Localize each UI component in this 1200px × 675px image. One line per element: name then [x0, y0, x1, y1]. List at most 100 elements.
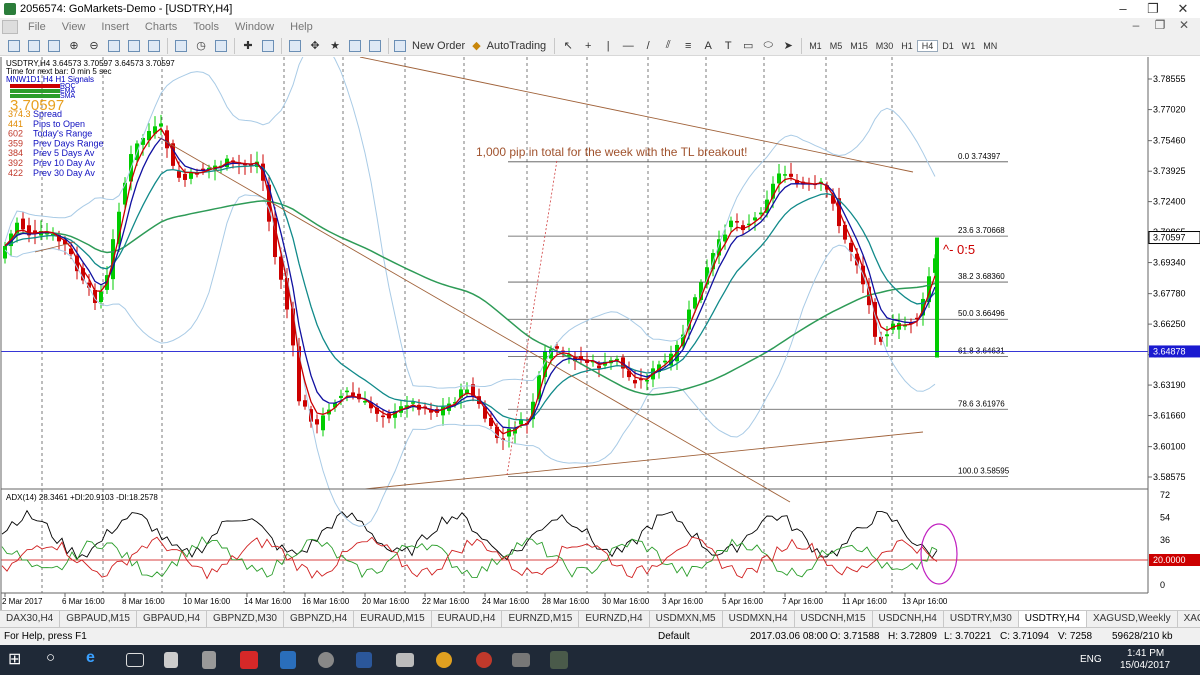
autotrading-button[interactable]: ◆ AutoTrading: [472, 38, 549, 54]
crosshair-icon[interactable]: +: [580, 38, 596, 54]
taskbar-lang[interactable]: ENG: [1080, 654, 1102, 665]
tab-gbpnzd-m30[interactable]: GBPNZD,M30: [207, 611, 284, 627]
tf-d1[interactable]: D1: [938, 41, 958, 51]
word-icon[interactable]: [356, 652, 372, 668]
menu-tools[interactable]: Tools: [185, 21, 227, 33]
calculator-icon[interactable]: [202, 651, 216, 669]
ellipse-icon[interactable]: ⬭: [760, 38, 776, 54]
label-icon[interactable]: T: [720, 38, 736, 54]
data-window-icon[interactable]: ✥: [307, 38, 323, 54]
indicators-icon[interactable]: [173, 38, 189, 54]
search-icon[interactable]: ○: [46, 649, 68, 669]
candle-body: [783, 174, 787, 176]
tab-usdcnh-m15[interactable]: USDCNH,M15: [795, 611, 873, 627]
profiles-icon[interactable]: [260, 38, 276, 54]
tab-usdtry-h4[interactable]: USDTRY,H4: [1018, 611, 1087, 627]
tf-mn[interactable]: MN: [979, 41, 1001, 51]
tab-usdmxn-m5[interactable]: USDMXN,M5: [650, 611, 723, 627]
close-icon[interactable]: ✕: [1168, 0, 1198, 18]
rectangle-icon[interactable]: ▭: [740, 38, 756, 54]
chart-area[interactable]: 0.0 3.74397 23.6 3.70668 38.2 3.68360 50.0 …: [0, 40, 1200, 610]
tf-h1[interactable]: H1: [897, 41, 917, 51]
tab-gbpnzd-h4[interactable]: GBPNZD,H4: [284, 611, 355, 627]
store-icon[interactable]: [164, 652, 178, 668]
fibo-icon[interactable]: ≡: [680, 38, 696, 54]
bar-chart-icon[interactable]: [6, 38, 22, 54]
explorer-icon[interactable]: [126, 653, 144, 667]
tab-usdmxn-h4[interactable]: USDMXN,H4: [723, 611, 795, 627]
tf-h4[interactable]: H4: [916, 39, 939, 52]
tab-usdtry-m30[interactable]: USDTRY,M30: [944, 611, 1019, 627]
new-order-button[interactable]: New Order: [394, 38, 468, 54]
annotation-text: 1,000 pip in total for the week with the…: [476, 145, 748, 159]
menu-charts[interactable]: Charts: [137, 21, 185, 33]
shield-icon[interactable]: [280, 651, 296, 669]
tf-w1[interactable]: W1: [958, 41, 980, 51]
mail-icon[interactable]: [396, 653, 414, 667]
tab-eurnzd-m15[interactable]: EURNZD,M15: [502, 611, 580, 627]
tab-xagusd-weekly[interactable]: XAGUSD,Weekly: [1087, 611, 1178, 627]
tester-icon[interactable]: [367, 38, 383, 54]
symbol-tabs: DAX30,H4 GBPAUD,M15 GBPAUD,H4 GBPNZD,M30 GBP…: [0, 610, 1200, 627]
tf-m30[interactable]: M30: [872, 41, 898, 51]
chrome-icon[interactable]: [436, 652, 452, 668]
templates-icon[interactable]: [213, 38, 229, 54]
candle-body: [729, 220, 733, 228]
autoscroll-icon[interactable]: [126, 38, 142, 54]
menu-help[interactable]: Help: [282, 21, 321, 33]
minimize-icon[interactable]: –: [1108, 0, 1138, 18]
tab-usdcnh-h4[interactable]: USDCNH,H4: [873, 611, 944, 627]
tab-dax30-h4[interactable]: DAX30,H4: [0, 611, 61, 627]
market-watch-icon[interactable]: [287, 38, 303, 54]
fib-label: 38.2 3.68360: [958, 272, 1005, 281]
candle-chart-icon[interactable]: [26, 38, 42, 54]
new-chart-icon[interactable]: ✚: [240, 38, 256, 54]
chart-shift-icon[interactable]: [146, 38, 162, 54]
cursor-icon[interactable]: ↖: [560, 38, 576, 54]
vline-icon[interactable]: |: [600, 38, 616, 54]
menu-window[interactable]: Window: [227, 21, 282, 33]
navigator-icon[interactable]: ★: [327, 38, 343, 54]
line-chart-icon[interactable]: [46, 38, 62, 54]
tf-m1[interactable]: M1: [805, 41, 826, 51]
media-icon[interactable]: [318, 652, 334, 668]
app-red-icon[interactable]: [476, 652, 492, 668]
child-close-icon[interactable]: ✕: [1172, 18, 1196, 32]
app-k-icon[interactable]: [240, 651, 258, 669]
edge-icon[interactable]: e: [86, 649, 108, 669]
time-tick-label: 2 Mar 2017: [2, 597, 43, 606]
menu-file[interactable]: File: [20, 21, 54, 33]
maximize-icon[interactable]: ❐: [1138, 0, 1168, 18]
child-restore-icon[interactable]: ❐: [1148, 18, 1172, 32]
tab-euraud-h4[interactable]: EURAUD,H4: [432, 611, 503, 627]
tab-gbpaud-h4[interactable]: GBPAUD,H4: [137, 611, 208, 627]
tab-eurnzd-h4[interactable]: EURNZD,H4: [579, 611, 650, 627]
camera-icon[interactable]: [512, 653, 530, 667]
menu-view[interactable]: View: [54, 21, 94, 33]
zoom-out-icon[interactable]: ⊖: [86, 38, 102, 54]
taskbar-time[interactable]: 1:41 PM: [1127, 648, 1164, 659]
channel-icon[interactable]: ⫽: [660, 38, 676, 54]
terminal-icon[interactable]: [347, 38, 363, 54]
stat-value: 374.3: [8, 109, 31, 119]
candle-body: [519, 420, 523, 425]
price-chart[interactable]: 0.0 3.74397 23.6 3.70668 38.2 3.68360 50.0 …: [0, 40, 1200, 610]
text-icon[interactable]: A: [700, 38, 716, 54]
metatrader-icon[interactable]: [550, 651, 568, 669]
menu-insert[interactable]: Insert: [93, 21, 137, 33]
periods-icon[interactable]: ◷: [193, 38, 209, 54]
tf-m5[interactable]: M5: [826, 41, 847, 51]
windows-start-icon[interactable]: ⊞: [8, 649, 24, 669]
zoom-in-icon[interactable]: ⊕: [66, 38, 82, 54]
menu-bar: File View Insert Charts Tools Window Hel…: [0, 18, 1200, 36]
tab-xagusd[interactable]: XAGUSD: [1178, 611, 1200, 627]
tab-euraud-m15[interactable]: EURAUD,M15: [354, 611, 432, 627]
arrows-icon[interactable]: ➤: [780, 38, 796, 54]
trendline-icon[interactable]: /: [640, 38, 656, 54]
tab-gbpaud-m15[interactable]: GBPAUD,M15: [60, 611, 137, 627]
tf-m15[interactable]: M15: [846, 41, 872, 51]
hline-icon[interactable]: —: [620, 38, 636, 54]
taskbar-date[interactable]: 15/04/2017: [1120, 660, 1170, 671]
tile-icon[interactable]: [106, 38, 122, 54]
child-minimize-icon[interactable]: –: [1124, 18, 1148, 32]
